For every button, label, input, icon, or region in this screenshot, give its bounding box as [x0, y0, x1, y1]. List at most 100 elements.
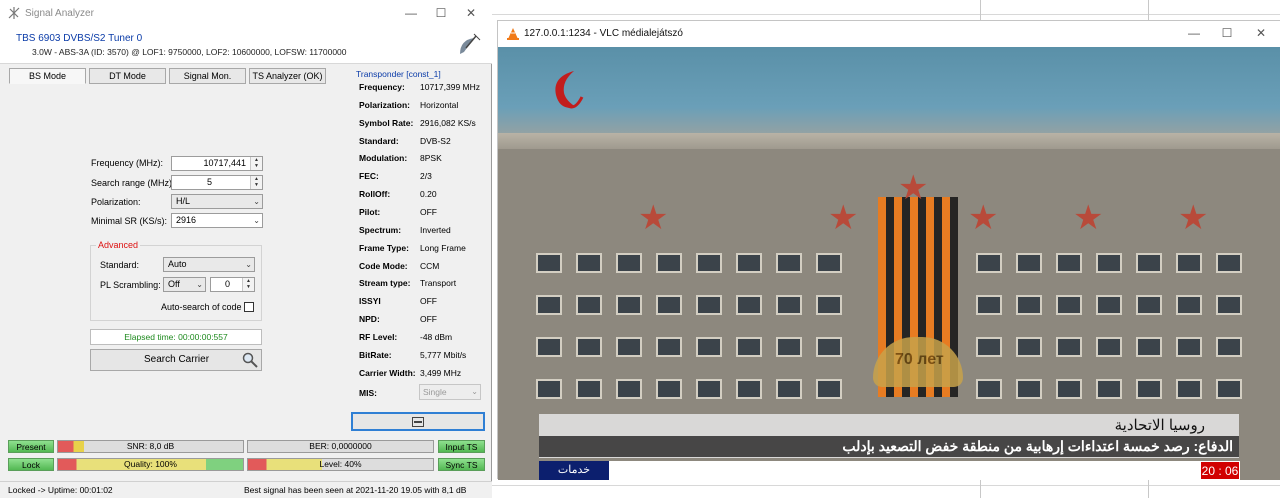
- video-frame[interactable]: 70 лет ★ ★ ★ ★ ★ ★ روسيا الاتحادية الدفا…: [498, 47, 1280, 480]
- maximize-button[interactable]: ☐: [426, 4, 456, 22]
- transponder-row-value: 2/3: [420, 171, 432, 181]
- quality-bar: Quality: 100%: [57, 458, 244, 471]
- building-window: [976, 253, 1002, 273]
- building-window: [1216, 253, 1242, 273]
- tab-signal-mon[interactable]: Signal Mon.: [169, 68, 246, 84]
- mis-label: MIS:: [359, 388, 377, 398]
- building-window: [1136, 295, 1162, 315]
- vlc-window: 127.0.0.1:1234 - VLC médialejátszó — ☐ ✕…: [497, 20, 1280, 480]
- news-ticker: [539, 461, 1239, 480]
- vlc-maximize-button[interactable]: ☐: [1212, 24, 1242, 42]
- tab-dt-mode[interactable]: DT Mode: [89, 68, 166, 84]
- chevron-down-icon: ⌄: [245, 260, 252, 269]
- transponder-row-value: DVB-S2: [420, 136, 451, 146]
- snr-fill: [58, 441, 84, 452]
- transponder-row-label: Symbol Rate:: [359, 118, 414, 128]
- ber-text: BER: 0,0000000: [309, 441, 372, 451]
- vlc-title-bar[interactable]: 127.0.0.1:1234 - VLC médialejátszó — ☐ ✕: [498, 21, 1280, 47]
- minimal-sr-combo[interactable]: 2916 ⌄: [171, 213, 263, 228]
- star-icon: ★: [898, 169, 929, 207]
- level-text: Level: 40%: [319, 459, 362, 469]
- level-fill: [248, 459, 322, 470]
- building-window: [1096, 253, 1122, 273]
- elapsed-time: Elapsed time: 00:00:00:557: [90, 329, 262, 345]
- present-indicator: Present: [8, 440, 54, 453]
- title-bar[interactable]: Signal Analyzer — ☐ ✕: [0, 0, 492, 26]
- search-range-stepper[interactable]: ▲ ▼: [250, 176, 262, 189]
- building-window: [696, 253, 722, 273]
- sync-ts-indicator: Sync TS: [438, 458, 485, 471]
- vlc-minimize-button[interactable]: —: [1179, 24, 1209, 42]
- transponder-row-value: 3,499 MHz: [420, 368, 462, 378]
- pl-scrambling-value: Off: [168, 279, 180, 289]
- auto-search-checkbox[interactable]: [244, 302, 254, 312]
- search-carrier-button[interactable]: Search Carrier: [90, 349, 262, 371]
- building-window: [696, 295, 722, 315]
- transponder-row-value: OFF: [420, 296, 437, 306]
- search-range-input[interactable]: 5 ▲ ▼: [171, 175, 263, 190]
- building-window: [536, 379, 562, 399]
- standard-select[interactable]: Auto ⌄: [163, 257, 255, 272]
- window-icon: [412, 417, 424, 427]
- building-window: [1056, 253, 1082, 273]
- tv-clock: 20 : 06: [1200, 461, 1240, 480]
- chevron-down-icon: ⌄: [471, 387, 478, 396]
- building-window: [576, 379, 602, 399]
- transponder-row-label: RollOff:: [359, 189, 391, 199]
- building-window: [776, 379, 802, 399]
- status-best-signal: Best signal has been seen at 2021-11-20 …: [244, 485, 467, 495]
- frequency-input[interactable]: 10717,441 ▲ ▼: [171, 156, 263, 171]
- mis-value: Single: [423, 387, 447, 397]
- minimize-button[interactable]: —: [396, 4, 426, 22]
- transponder-row-label: Carrier Width:: [359, 368, 416, 378]
- pl-code-stepper[interactable]: ▲ ▼: [242, 278, 254, 291]
- building-window: [576, 337, 602, 357]
- minimal-sr-value: 2916: [176, 215, 197, 225]
- mis-select[interactable]: Single ⌄: [419, 384, 481, 400]
- building-window: [616, 253, 642, 273]
- frequency-stepper[interactable]: ▲ ▼: [250, 157, 262, 170]
- building-window: [1176, 253, 1202, 273]
- minimal-sr-label: Minimal SR (KS/s):: [91, 216, 168, 226]
- building-window: [736, 337, 762, 357]
- transponder-row-label: Standard:: [359, 136, 399, 146]
- transponder-row-label: Stream type:: [359, 278, 411, 288]
- close-button[interactable]: ✕: [456, 4, 486, 22]
- building-window: [536, 295, 562, 315]
- pl-scrambling-code-input[interactable]: 0 ▲ ▼: [210, 277, 255, 292]
- pl-scrambling-select[interactable]: Off ⌄: [163, 277, 206, 292]
- building-window: [1176, 379, 1202, 399]
- view-toggle-button[interactable]: [351, 412, 485, 431]
- status-bar: Locked -> Uptime: 00:01:02 Best signal h…: [0, 481, 492, 498]
- building-window: [696, 337, 722, 357]
- building-window: [1056, 295, 1082, 315]
- building-window: [1136, 337, 1162, 357]
- building-window: [736, 295, 762, 315]
- transponder-row-label: Spectrum:: [359, 225, 402, 235]
- polarization-select[interactable]: H/L ⌄: [171, 194, 263, 209]
- transponder-row-value: Horizontal: [420, 100, 459, 110]
- building-window: [816, 253, 842, 273]
- advanced-title: Advanced: [96, 240, 141, 250]
- building-window: [576, 253, 602, 273]
- polarization-label: Polarization:: [91, 197, 141, 207]
- building-window: [1176, 295, 1202, 315]
- input-ts-indicator: Input TS: [438, 440, 485, 453]
- building-window: [616, 379, 642, 399]
- building-window: [1096, 379, 1122, 399]
- building-window: [1216, 379, 1242, 399]
- device-name: TBS 6903 DVBS/S2 Tuner 0: [16, 33, 143, 44]
- tab-ts-analyzer[interactable]: TS Analyzer (OK): [249, 68, 326, 84]
- signal-analyzer-window: Signal Analyzer — ☐ ✕ TBS 6903 DVBS/S2 T…: [0, 0, 492, 498]
- building-window: [1096, 337, 1122, 357]
- transponder-row-label: RF Level:: [359, 332, 398, 342]
- device-info: 3.0W - ABS-3A (ID: 3570) @ LOF1: 9750000…: [32, 47, 347, 57]
- building-window: [776, 253, 802, 273]
- transponder-row-label: FEC:: [359, 171, 379, 181]
- caption-line1: روسيا الاتحادية: [1114, 417, 1205, 434]
- building-window: [776, 337, 802, 357]
- tab-bs-mode[interactable]: BS Mode: [9, 68, 86, 84]
- building-window: [736, 379, 762, 399]
- vlc-close-button[interactable]: ✕: [1246, 24, 1276, 42]
- status-uptime: Locked -> Uptime: 00:01:02: [8, 485, 113, 495]
